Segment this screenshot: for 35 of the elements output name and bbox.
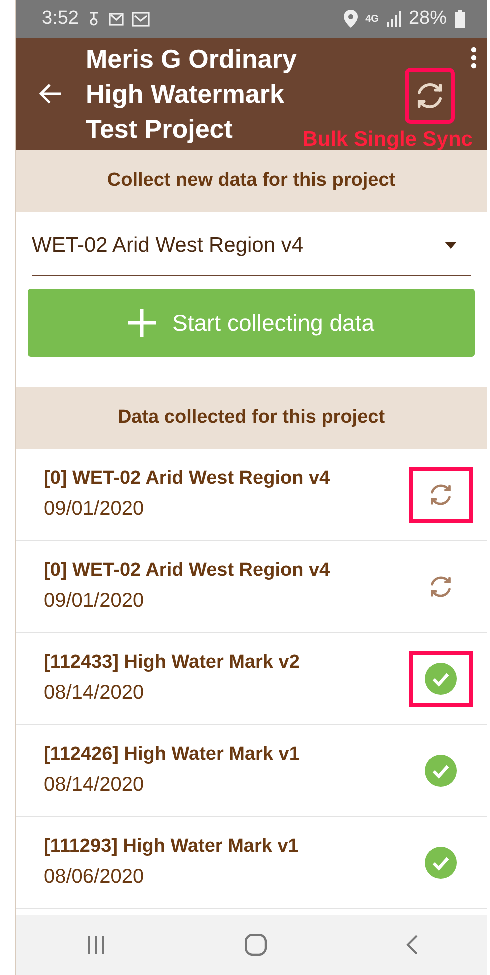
recent-apps-button[interactable] bbox=[86, 933, 106, 957]
mail-icon bbox=[132, 12, 150, 26]
back-nav-button[interactable] bbox=[406, 933, 418, 957]
record-row[interactable]: [112433] High Water Mark v2 08/14/2020 bbox=[16, 633, 487, 725]
record-date: 08/14/2020 bbox=[44, 680, 146, 706]
record-row[interactable]: [0] WET-02 Arid West Region v4 09/01/2020 bbox=[16, 541, 487, 633]
back-button[interactable] bbox=[38, 82, 62, 106]
sync-icon[interactable] bbox=[409, 466, 473, 522]
record-title: [0] WET-02 Arid West Region v4 bbox=[44, 467, 332, 492]
record-row[interactable]: [111293] High Water Mark v1 08/06/2020 bbox=[16, 817, 487, 909]
screen-title: Meris G Ordinary High Watermark Test Project bbox=[86, 42, 298, 146]
record-title: [112433] High Water Mark v2 bbox=[44, 651, 301, 676]
record-title: [112426] High Water Mark v1 bbox=[44, 743, 301, 768]
annotation-label: Bulk Single Sync bbox=[302, 127, 473, 153]
record-title: [0] WET-02 Arid West Region v4 bbox=[44, 559, 332, 584]
home-button[interactable] bbox=[244, 933, 266, 957]
dropdown-field[interactable]: WET-02 Arid West Region v4 bbox=[32, 216, 471, 276]
record-title: [111293] High Water Mark v1 bbox=[44, 835, 300, 860]
record-date: 08/06/2020 bbox=[44, 864, 146, 890]
plus-icon bbox=[128, 309, 156, 337]
record-row[interactable]: [0] WET-02 Arid West Region v4 09/01/2020 bbox=[16, 449, 487, 541]
sync-all-button[interactable] bbox=[405, 68, 455, 124]
status-time: 3:52 bbox=[42, 6, 79, 31]
record-date: 09/01/2020 bbox=[44, 588, 146, 614]
caret-icon bbox=[445, 242, 457, 249]
network-label: 4G bbox=[366, 12, 379, 26]
more-menu-button[interactable] bbox=[471, 46, 477, 70]
record-row[interactable]: [112426] High Water Mark v1 08/14/2020 bbox=[16, 725, 487, 817]
section-heading: Collect new data for this project bbox=[107, 168, 396, 193]
record-date: 09/01/2020 bbox=[44, 496, 146, 522]
record-date: 08/14/2020 bbox=[44, 772, 146, 798]
battery-level: 28% bbox=[408, 6, 447, 31]
check-icon[interactable] bbox=[409, 650, 473, 706]
section-heading: Data collected for this project bbox=[118, 406, 386, 430]
mail-icon bbox=[108, 12, 124, 26]
